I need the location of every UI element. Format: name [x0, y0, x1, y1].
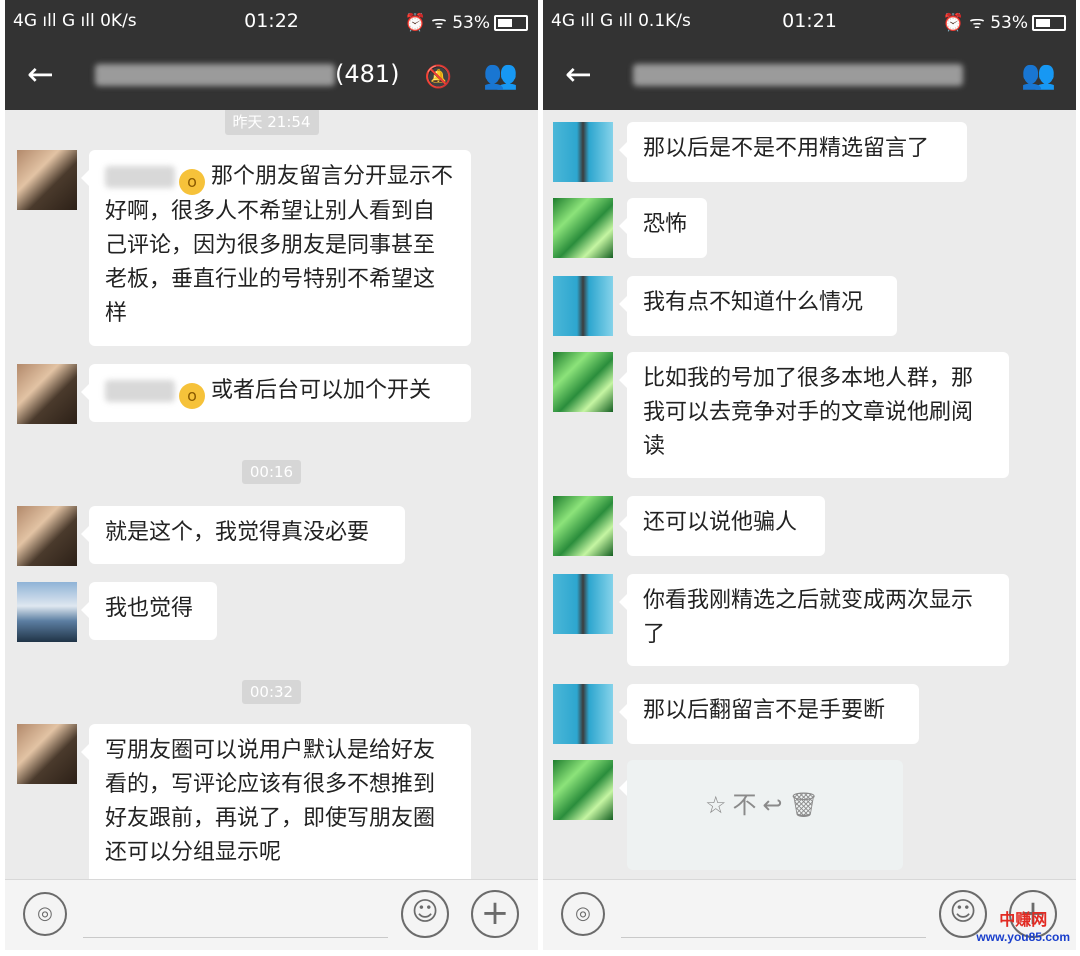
- surprised-emoji-icon: o: [179, 169, 205, 195]
- message-bubble[interactable]: 那以后翻留言不是手要断: [619, 684, 919, 744]
- message-bubble[interactable]: 你看我刚精选之后就变成两次显示了: [619, 574, 1009, 666]
- surprised-emoji-icon: o: [179, 383, 205, 409]
- message-bubble[interactable]: 我也觉得: [81, 582, 217, 640]
- header-icons: 👥: [1021, 58, 1056, 91]
- message-bubble[interactable]: 写朋友圈可以说用户默认是给好友看的，写评论应该有很多不想推到好友跟前，再说了，即…: [81, 724, 471, 880]
- avatar[interactable]: [17, 150, 77, 210]
- message-bubble[interactable]: o 或者后台可以加个开关: [81, 364, 471, 422]
- left-chat-screenshot: 4G ıll G ıll 0K/s 01:22 ⏰ ᯤ 53% ← (481) …: [5, 0, 538, 950]
- voice-icon: ◎: [575, 903, 591, 924]
- blurred-sender-name: [105, 380, 175, 402]
- voice-icon: ◎: [37, 903, 53, 924]
- status-bar: 4G ıll G ıll 0.1K/s 01:21 ⏰ ᯤ 53%: [543, 0, 1076, 42]
- blurred-sender-name: [105, 166, 175, 188]
- message-bubble[interactable]: o 那个朋友留言分开显示不好啊，很多人不希望让别人看到自己评论，因为很多朋友是同事…: [81, 150, 471, 346]
- back-arrow-icon[interactable]: ←: [565, 56, 592, 92]
- emoji-icon: ☺: [411, 897, 439, 927]
- message-bubble[interactable]: 就是这个，我觉得真没必要: [81, 506, 405, 564]
- message-bubble[interactable]: 那以后是不是不用精选留言了: [619, 122, 967, 182]
- right-chat-screenshot: 4G ıll G ıll 0.1K/s 01:21 ⏰ ᯤ 53% ← 👥 那以…: [543, 0, 1076, 950]
- message-input[interactable]: [621, 937, 926, 938]
- members-icon[interactable]: 👥: [483, 58, 518, 91]
- back-arrow-icon[interactable]: ←: [27, 56, 54, 92]
- chat-title: [633, 60, 963, 88]
- message-bubble[interactable]: 比如我的号加了很多本地人群，那我可以去竞争对手的文章说他刷阅读: [619, 352, 1009, 478]
- mute-icon: 🔕: [424, 65, 453, 90]
- avatar[interactable]: [17, 582, 77, 642]
- message-bubble[interactable]: 还可以说他骗人: [619, 496, 825, 556]
- avatar[interactable]: [553, 496, 613, 556]
- avatar[interactable]: [553, 684, 613, 744]
- blurred-group-name: [633, 64, 963, 86]
- status-icons: ⏰ ᯤ 53%: [943, 10, 1066, 33]
- chat-title: (481): [95, 60, 400, 88]
- emoji-icon: ☺: [949, 897, 977, 927]
- message-input[interactable]: [83, 937, 388, 938]
- input-bar: ◎ ☺ +: [5, 879, 538, 950]
- watermark-title: 中赚网: [999, 912, 1048, 929]
- avatar[interactable]: [553, 760, 613, 820]
- avatar[interactable]: [17, 506, 77, 566]
- plus-icon: +: [480, 893, 510, 933]
- site-watermark: 中赚网 www.you85.com: [976, 906, 1070, 944]
- battery-icon: [1032, 15, 1066, 31]
- emoji-button[interactable]: ☺: [401, 890, 449, 938]
- avatar[interactable]: [553, 198, 613, 258]
- voice-input-button[interactable]: ◎: [561, 892, 605, 936]
- members-icon[interactable]: 👥: [1021, 58, 1056, 91]
- header-icons: 🔕 👥: [425, 58, 518, 91]
- avatar[interactable]: [553, 574, 613, 634]
- status-icons: ⏰ ᯤ 53%: [405, 10, 528, 33]
- message-actions-popup[interactable]: ☆不↩🗑: [619, 760, 903, 870]
- watermark-url: www.you85.com: [976, 930, 1070, 944]
- timestamp: 昨天 21:54: [5, 110, 538, 135]
- chat-header: ← (481) 🔕 👥: [5, 42, 538, 110]
- message-list[interactable]: 那以后是不是不用精选留言了 恐怖 我有点不知道什么情况 比如我的号加了很多本地人…: [543, 110, 1076, 880]
- avatar[interactable]: [17, 364, 77, 424]
- message-list[interactable]: 昨天 21:54 o 那个朋友留言分开显示不好啊，很多人不希望让别人看到自己评论，…: [5, 110, 538, 880]
- timestamp: 00:32: [5, 680, 538, 704]
- blurred-group-name: [95, 64, 335, 86]
- battery-percent: 53%: [990, 13, 1028, 33]
- message-bubble[interactable]: 恐怖: [619, 198, 707, 258]
- chat-header: ← 👥: [543, 42, 1076, 110]
- member-count: (481): [335, 60, 400, 88]
- timestamp: 00:16: [5, 460, 538, 484]
- avatar[interactable]: [17, 724, 77, 784]
- battery-percent: 53%: [452, 13, 490, 33]
- avatar[interactable]: [553, 276, 613, 336]
- message-action-icons[interactable]: ☆不↩🗑: [643, 788, 887, 822]
- avatar[interactable]: [553, 352, 613, 412]
- status-bar: 4G ıll G ıll 0K/s 01:22 ⏰ ᯤ 53%: [5, 0, 538, 42]
- battery-icon: [494, 15, 528, 31]
- avatar[interactable]: [553, 122, 613, 182]
- message-bubble[interactable]: 我有点不知道什么情况: [619, 276, 897, 336]
- more-button[interactable]: +: [471, 890, 519, 938]
- voice-input-button[interactable]: ◎: [23, 892, 67, 936]
